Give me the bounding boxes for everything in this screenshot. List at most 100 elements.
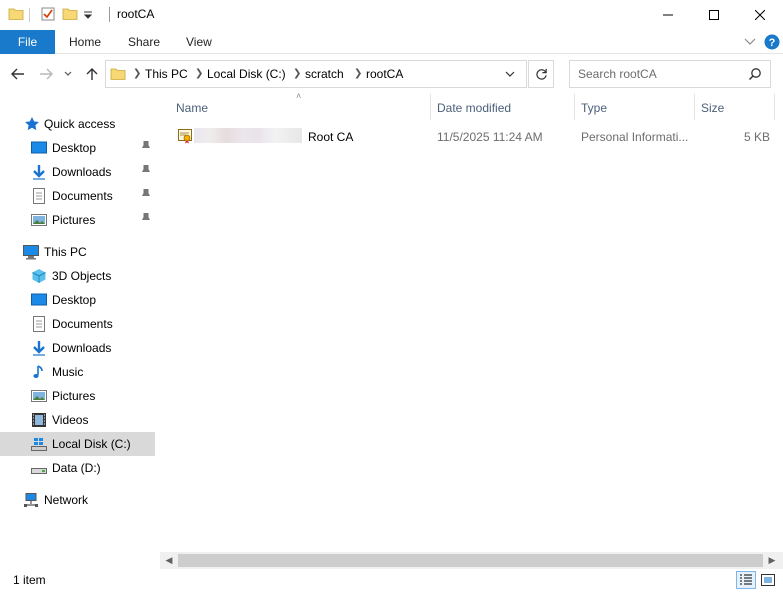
sidebar-item-quick-access[interactable]: Quick access (0, 112, 155, 136)
sidebar-item-label: Music (52, 365, 84, 379)
ribbon-tabs: File Home Share View ? (0, 30, 783, 54)
sidebar-item-label: Documents (52, 189, 113, 203)
file-name: Root CA (308, 130, 354, 144)
sidebar-item-videos[interactable]: Videos (0, 408, 155, 432)
svg-text:?: ? (769, 37, 776, 49)
sidebar-item-data-d[interactable]: Data (D:) (0, 456, 155, 480)
column-header-size[interactable]: Size (701, 101, 724, 115)
redacted-filename (194, 128, 302, 143)
pin-icon (142, 141, 150, 153)
help-button[interactable]: ? (763, 33, 781, 51)
minimize-button[interactable] (645, 0, 691, 30)
cube-icon (32, 269, 46, 283)
sidebar-item-desktop-quick[interactable]: Desktop (0, 136, 155, 160)
column-header-type[interactable]: Type (581, 101, 607, 115)
sidebar-item-music[interactable]: Music (0, 360, 155, 384)
refresh-icon (535, 68, 547, 80)
sidebar-item-pictures[interactable]: Pictures (0, 384, 155, 408)
tab-home[interactable]: Home (69, 30, 101, 54)
recent-locations-button[interactable] (61, 64, 75, 84)
sidebar-item-label: Downloads (52, 341, 112, 355)
breadcrumb-local-disk[interactable]: Local Disk (C:) (207, 67, 286, 81)
desktop-icon (31, 293, 47, 306)
table-row[interactable]: Root CA 11/5/2025 11:24 AM Personal Info… (174, 125, 774, 147)
pictures-icon (31, 390, 47, 402)
column-divider[interactable] (574, 94, 575, 120)
large-icons-view-button[interactable] (758, 571, 778, 589)
pin-icon (142, 165, 150, 177)
download-arrow-icon (33, 341, 45, 356)
details-view-button[interactable] (736, 571, 756, 589)
expand-ribbon-button[interactable] (741, 33, 759, 51)
sidebar-item-pictures-quick[interactable]: Pictures (0, 208, 155, 232)
breadcrumb-rootca[interactable]: rootCA (366, 67, 403, 81)
pin-icon (142, 189, 150, 201)
maximize-button[interactable] (691, 0, 737, 30)
back-button[interactable] (8, 64, 28, 84)
forward-arrow-icon (40, 68, 53, 80)
status-bar: 1 item (0, 569, 783, 592)
sidebar-item-label: Desktop (52, 293, 97, 307)
column-header-date[interactable]: Date modified (437, 101, 511, 115)
documents-icon (33, 316, 45, 332)
horizontal-scrollbar[interactable]: ◀ ▶ (160, 552, 783, 569)
breadcrumb-chevron-icon[interactable]: ❯ (195, 68, 203, 79)
network-icon (24, 493, 38, 507)
sort-ascending-icon: ˄ (296, 91, 302, 101)
window-title: rootCA (117, 7, 155, 21)
navigation-pane: Quick access Desktop Downloads Documents… (0, 94, 157, 566)
breadcrumb-chevron-icon[interactable]: ❯ (133, 68, 141, 79)
sidebar-item-label: Quick access (44, 117, 116, 131)
sidebar-item-documents-quick[interactable]: Documents (0, 184, 155, 208)
back-arrow-icon (11, 68, 24, 80)
chevron-down-icon (64, 71, 72, 76)
customize-toolbar-icon[interactable] (82, 6, 94, 22)
properties-icon[interactable] (40, 6, 56, 22)
navigation-bar: ❯ This PC ❯ Local Disk (C:) ❯ scratch ❯ … (0, 54, 783, 94)
scroll-left-button[interactable]: ◀ (162, 554, 176, 567)
scrollbar-thumb[interactable] (178, 554, 763, 567)
refresh-button[interactable] (528, 60, 554, 88)
breadcrumb-chevron-icon[interactable]: ❯ (354, 68, 362, 79)
desktop-icon (31, 141, 47, 154)
sidebar-item-network[interactable]: Network (0, 488, 155, 512)
sidebar-item-desktop[interactable]: Desktop (0, 288, 155, 312)
scroll-right-button[interactable]: ▶ (765, 554, 779, 567)
documents-icon (33, 188, 45, 204)
drive-icon (31, 468, 47, 474)
sidebar-item-label: Pictures (52, 389, 96, 403)
sidebar-item-downloads[interactable]: Downloads (0, 336, 155, 360)
column-divider[interactable] (774, 94, 775, 120)
folder-icon (8, 8, 24, 20)
close-button[interactable] (737, 0, 783, 30)
large-icons-view-icon (761, 574, 775, 586)
maximize-icon (709, 10, 719, 20)
forward-button[interactable] (36, 64, 56, 84)
sidebar-item-documents[interactable]: Documents (0, 312, 155, 336)
sidebar-item-local-disk-c[interactable]: Local Disk (C:) (0, 432, 155, 456)
search-box[interactable]: Search rootCA (569, 60, 771, 88)
up-button[interactable] (82, 64, 102, 84)
tab-view[interactable]: View (186, 30, 212, 54)
search-input[interactable]: Search rootCA (578, 67, 657, 81)
new-folder-icon[interactable] (62, 6, 78, 22)
breadcrumb-chevron-icon[interactable]: ❯ (293, 68, 301, 79)
sidebar-item-downloads-quick[interactable]: Downloads (0, 160, 155, 184)
column-divider[interactable] (430, 94, 431, 120)
address-bar[interactable]: ❯ This PC ❯ Local Disk (C:) ❯ scratch ❯ … (105, 60, 527, 88)
breadcrumb-scratch[interactable]: scratch (305, 67, 344, 81)
sidebar-item-this-pc[interactable]: This PC (0, 240, 155, 264)
tab-share[interactable]: Share (128, 30, 160, 54)
folder-icon (110, 68, 126, 80)
up-arrow-icon (86, 68, 98, 80)
sidebar-item-3d-objects[interactable]: 3D Objects (0, 264, 155, 288)
file-date: 11/5/2025 11:24 AM (437, 130, 543, 144)
video-film-icon (32, 413, 46, 427)
file-type: Personal Informati... (581, 130, 689, 144)
tab-file[interactable]: File (0, 30, 55, 54)
address-dropdown-icon[interactable] (505, 71, 515, 78)
column-header-name[interactable]: Name (176, 101, 208, 115)
breadcrumb-this-pc[interactable]: This PC (145, 67, 188, 81)
column-divider[interactable] (694, 94, 695, 120)
search-icon[interactable] (748, 67, 762, 81)
